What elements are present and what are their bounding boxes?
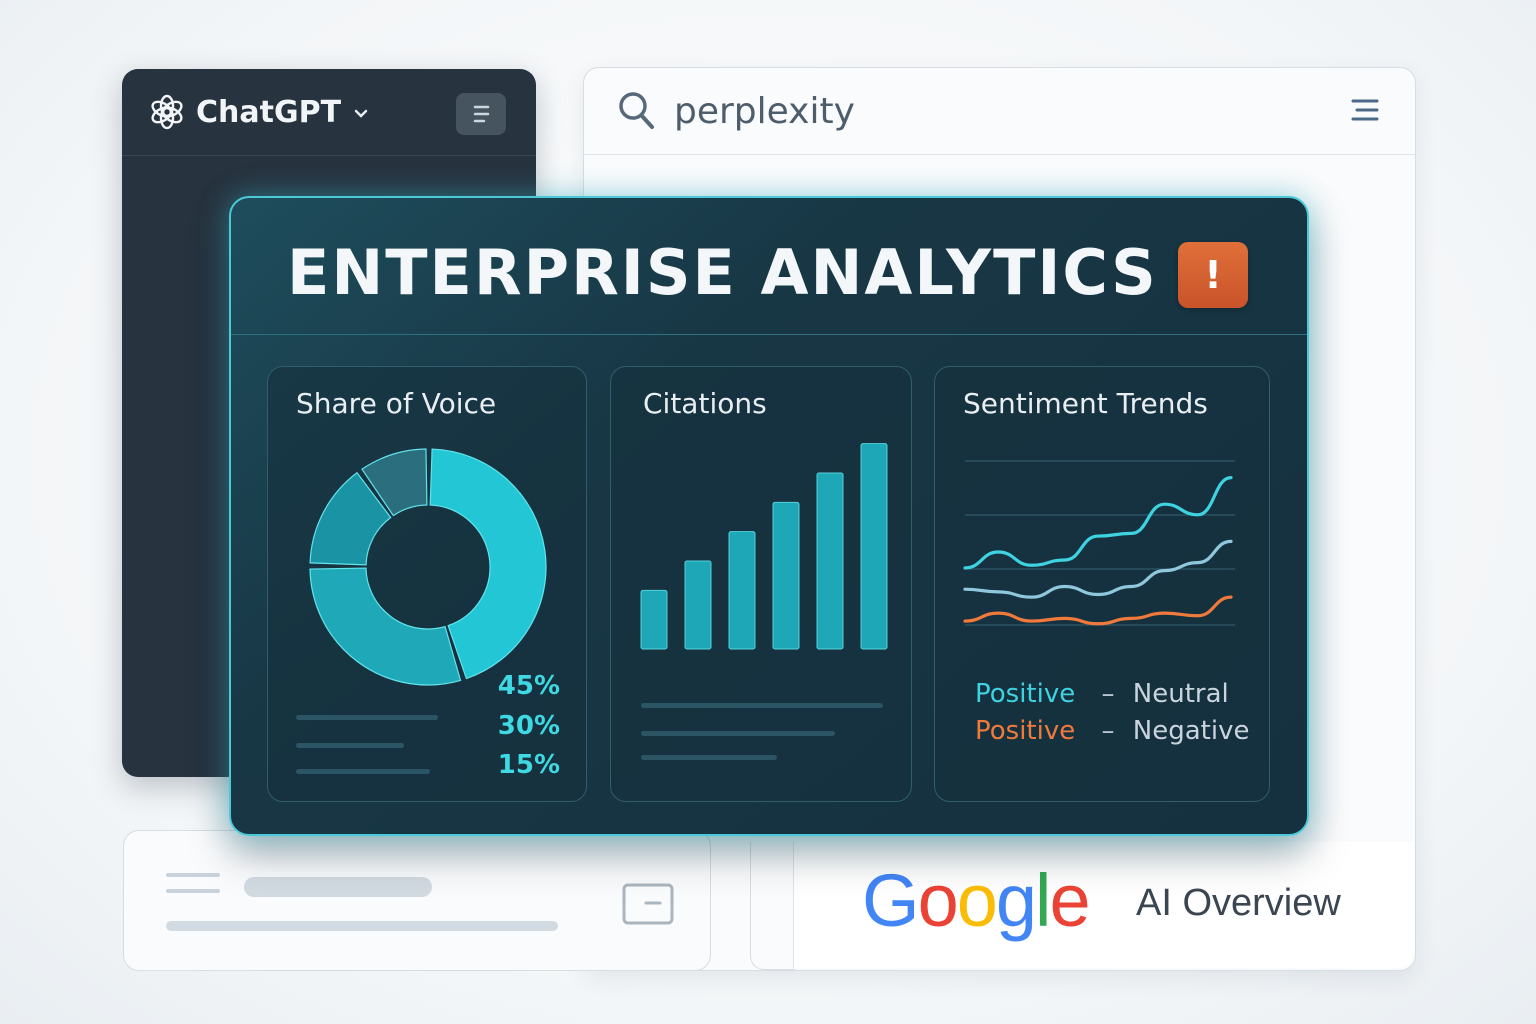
- placeholder-card: [123, 830, 711, 971]
- search-icon[interactable]: [618, 91, 656, 131]
- citation-bar: [772, 501, 800, 650]
- donut-slice: [309, 567, 462, 686]
- legend-positive: Positive: [975, 716, 1076, 746]
- menu-icon[interactable]: [456, 93, 506, 135]
- enterprise-analytics-panel: ENTERPRISE ANALYTICS ! Share of Voice 45…: [229, 196, 1309, 836]
- placeholder-line: [296, 769, 430, 774]
- card-title: Share of Voice: [296, 387, 497, 420]
- placeholder-line: [296, 715, 438, 720]
- ai-overview-label: AI Overview: [1136, 882, 1341, 924]
- placeholder-line: [166, 921, 558, 931]
- legend-separator: –: [1101, 679, 1115, 709]
- placeholder-line: [244, 877, 432, 897]
- google-logo: Google: [862, 859, 1091, 942]
- legend-row: Positive – Negative: [975, 716, 1249, 746]
- sentiment-trends-card[interactable]: Sentiment Trends Positive – Neutral Posi…: [934, 366, 1270, 802]
- perplexity-header: perplexity: [584, 68, 1415, 155]
- citation-bar: [860, 443, 888, 650]
- citation-bar: [816, 472, 844, 650]
- legend-negative: Negative: [1132, 716, 1250, 746]
- sentiment-line-chart: [963, 460, 1235, 626]
- percent-label: 30%: [497, 711, 560, 741]
- perplexity-title: perplexity: [674, 90, 855, 132]
- citation-bar: [728, 531, 756, 650]
- panel-header: ENTERPRISE ANALYTICS !: [231, 198, 1307, 335]
- openai-logo-icon: [151, 94, 183, 130]
- share-of-voice-donut: [309, 448, 547, 686]
- placeholder-line: [296, 743, 404, 748]
- card-title: Sentiment Trends: [963, 387, 1208, 420]
- placeholder-line: [641, 731, 835, 736]
- citation-bar: [684, 560, 712, 650]
- card-title: Citations: [643, 387, 767, 420]
- hamburger-icon[interactable]: [1351, 98, 1379, 122]
- share-of-voice-card[interactable]: Share of Voice 45% 30% 15%: [267, 366, 587, 802]
- citation-bar: [640, 589, 668, 650]
- chevron-down-icon[interactable]: [353, 108, 369, 120]
- alert-icon[interactable]: !: [1178, 242, 1248, 308]
- percent-label: 15%: [497, 750, 560, 780]
- placeholder-line: [641, 755, 777, 760]
- chatgpt-title[interactable]: ChatGPT: [196, 95, 341, 130]
- page-title: ENTERPRISE ANALYTICS: [287, 236, 1158, 309]
- placeholder-line: [166, 873, 220, 877]
- placeholder-line: [166, 889, 220, 893]
- sentiment-series-line: [963, 476, 1233, 570]
- citations-card[interactable]: Citations: [610, 366, 912, 802]
- sentiment-series-line: [963, 595, 1233, 626]
- citations-bar-chart: [640, 443, 888, 650]
- placeholder-line: [641, 703, 883, 708]
- google-card-edge: [750, 842, 795, 970]
- percent-label: 45%: [497, 671, 560, 701]
- legend-neutral: Neutral: [1132, 679, 1229, 709]
- card-icon[interactable]: [622, 883, 674, 925]
- legend-row: Positive – Neutral: [975, 679, 1229, 709]
- legend-separator: –: [1101, 716, 1115, 746]
- legend-positive: Positive: [975, 679, 1076, 709]
